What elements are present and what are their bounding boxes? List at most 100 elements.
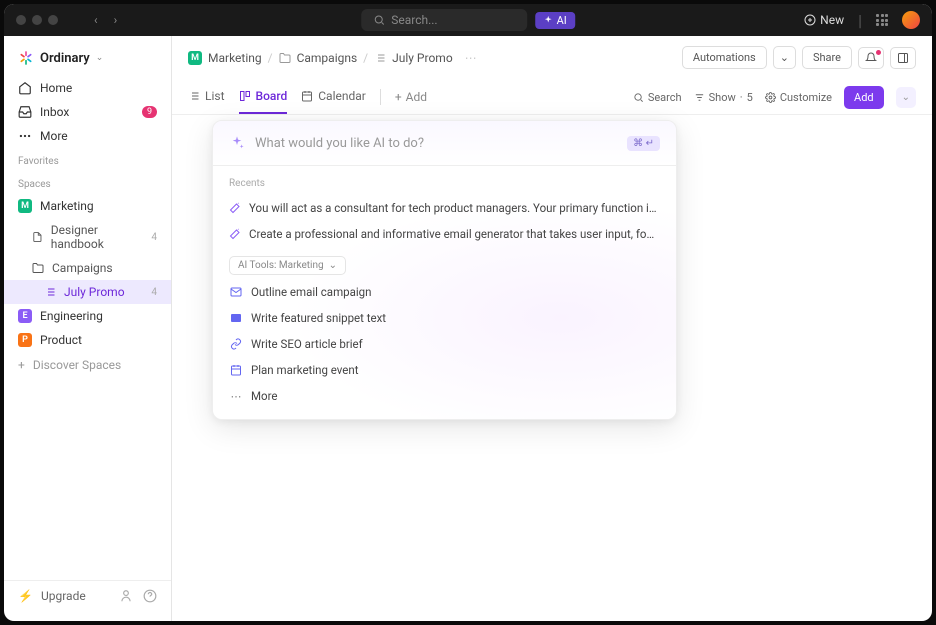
recent-item-1-text: Create a professional and informative em… xyxy=(249,227,660,241)
space-marketing-badge: M xyxy=(18,199,32,213)
tools-more[interactable]: ⋯ More xyxy=(213,383,676,409)
link-icon xyxy=(229,338,243,350)
ai-prompt-input[interactable]: What would you like AI to do? xyxy=(255,136,617,151)
share-button[interactable]: Share xyxy=(802,46,852,69)
space-product[interactable]: P Product xyxy=(4,328,171,352)
discover-label: Discover Spaces xyxy=(33,358,121,372)
list-designer-handbook-count: 4 xyxy=(151,232,157,243)
breadcrumb-list[interactable]: July Promo xyxy=(392,51,453,65)
discover-spaces[interactable]: + Discover Spaces xyxy=(4,352,171,378)
panel-icon xyxy=(897,52,909,64)
more-icon[interactable]: ⋯ xyxy=(465,51,477,65)
nav-inbox[interactable]: Inbox 9 xyxy=(4,100,171,124)
plus-icon: + xyxy=(18,358,25,372)
traffic-close[interactable] xyxy=(16,15,26,25)
nav-more-label: More xyxy=(40,129,68,143)
workspace-logo-icon xyxy=(18,50,34,66)
folder-campaigns[interactable]: Campaigns xyxy=(4,256,171,280)
tab-calendar[interactable]: Calendar xyxy=(301,80,366,114)
list-july-promo[interactable]: July Promo 4 xyxy=(4,280,171,304)
tab-list[interactable]: List xyxy=(188,80,225,114)
inbox-badge: 9 xyxy=(142,106,157,118)
upgrade-button[interactable]: Upgrade xyxy=(41,589,86,603)
toolbar-search-label: Search xyxy=(648,91,682,104)
filter-icon xyxy=(694,92,705,103)
ai-modal: What would you like AI to do? ⌘ ↵ Recent… xyxy=(212,120,677,420)
breadcrumb-space[interactable]: Marketing xyxy=(208,51,262,65)
tool-featured-snippet[interactable]: Write featured snippet text xyxy=(213,305,676,331)
new-button[interactable]: New xyxy=(804,13,844,27)
list-july-promo-count: 4 xyxy=(151,287,157,298)
ai-button[interactable]: AI xyxy=(536,12,575,29)
toolbar-search[interactable]: Search xyxy=(633,91,682,104)
nav-more[interactable]: More xyxy=(4,124,171,148)
list-designer-handbook[interactable]: Designer handbook 4 xyxy=(4,218,171,256)
board-icon xyxy=(239,90,251,102)
tab-calendar-label: Calendar xyxy=(318,89,366,103)
tab-board-label: Board xyxy=(256,89,288,103)
chevron-down-icon: ⌄ xyxy=(329,260,337,271)
tool-seo-brief[interactable]: Write SEO article brief xyxy=(213,331,676,357)
mail-icon xyxy=(229,286,243,298)
help-icon[interactable] xyxy=(143,589,157,603)
folder-icon xyxy=(32,262,44,274)
nav-home[interactable]: Home xyxy=(4,76,171,100)
plus-icon: + xyxy=(395,90,402,104)
panel-button[interactable] xyxy=(890,47,916,69)
search-placeholder: Search... xyxy=(391,13,437,27)
inbox-icon xyxy=(18,105,32,119)
recent-item-1[interactable]: Create a professional and informative em… xyxy=(213,221,676,247)
list-icon xyxy=(188,90,200,102)
toolbar-show-label: Show xyxy=(709,91,736,104)
breadcrumb: M Marketing / Campaigns / July Promo ⋯ xyxy=(188,51,477,65)
toolbar-show-count: 5 xyxy=(747,91,753,104)
space-engineering-label: Engineering xyxy=(40,309,103,323)
user-avatar[interactable] xyxy=(902,11,920,29)
space-marketing[interactable]: M Marketing xyxy=(4,194,171,218)
sidebar: Ordinary ⌄ Home Inbox 9 More Favorites S… xyxy=(4,36,172,621)
wand-icon xyxy=(229,228,241,240)
keyboard-shortcut: ⌘ ↵ xyxy=(627,136,660,151)
tab-board[interactable]: Board xyxy=(239,80,288,114)
list-designer-handbook-label: Designer handbook xyxy=(51,223,144,251)
add-button[interactable]: Add xyxy=(844,86,884,109)
nav-forward-icon[interactable]: › xyxy=(108,11,124,29)
tool-outline-email-label: Outline email campaign xyxy=(251,285,371,299)
sidebar-footer: ⚡ Upgrade xyxy=(4,580,171,611)
recent-item-0-text: You will act as a consultant for tech pr… xyxy=(249,201,660,215)
tool-marketing-event[interactable]: Plan marketing event xyxy=(213,357,676,383)
nav-inbox-label: Inbox xyxy=(40,105,69,119)
nav-home-label: Home xyxy=(40,81,72,95)
add-dropdown[interactable]: ⌄ xyxy=(896,87,916,108)
tab-add[interactable]: + Add xyxy=(395,90,427,104)
toolbar-customize[interactable]: Customize xyxy=(765,91,832,104)
automations-button[interactable]: Automations xyxy=(682,46,767,69)
user-icon[interactable] xyxy=(119,589,133,603)
chevron-down-icon: ⌄ xyxy=(96,53,104,63)
notifications-button[interactable] xyxy=(858,47,884,69)
list-july-promo-label: July Promo xyxy=(64,285,125,299)
recents-label: Recents xyxy=(213,176,676,195)
space-product-label: Product xyxy=(40,333,82,347)
workspace-switcher[interactable]: Ordinary ⌄ xyxy=(4,46,171,76)
ai-tools-chip[interactable]: AI Tools: Marketing ⌄ xyxy=(229,256,346,275)
recent-item-0[interactable]: You will act as a consultant for tech pr… xyxy=(213,195,676,221)
traffic-max[interactable] xyxy=(48,15,58,25)
automations-dropdown[interactable]: ⌄ xyxy=(773,46,796,69)
tool-marketing-event-label: Plan marketing event xyxy=(251,363,359,377)
breadcrumb-folder[interactable]: Campaigns xyxy=(297,51,358,65)
toolbar-customize-label: Customize xyxy=(780,91,832,104)
space-engineering[interactable]: E Engineering xyxy=(4,304,171,328)
tool-outline-email[interactable]: Outline email campaign xyxy=(213,279,676,305)
main: M Marketing / Campaigns / July Promo ⋯ A… xyxy=(172,36,932,621)
search-input[interactable]: Search... xyxy=(361,9,527,31)
tools-more-label: More xyxy=(251,389,278,403)
traffic-min[interactable] xyxy=(32,15,42,25)
plus-circle-icon xyxy=(804,14,816,26)
titlebar: ‹ › Search... AI New | xyxy=(4,4,932,36)
tab-add-label: Add xyxy=(406,90,427,104)
apps-grid-icon[interactable] xyxy=(876,14,888,26)
toolbar-show[interactable]: Show · 5 xyxy=(694,91,753,104)
gear-icon xyxy=(765,92,776,103)
nav-back-icon[interactable]: ‹ xyxy=(88,11,104,29)
